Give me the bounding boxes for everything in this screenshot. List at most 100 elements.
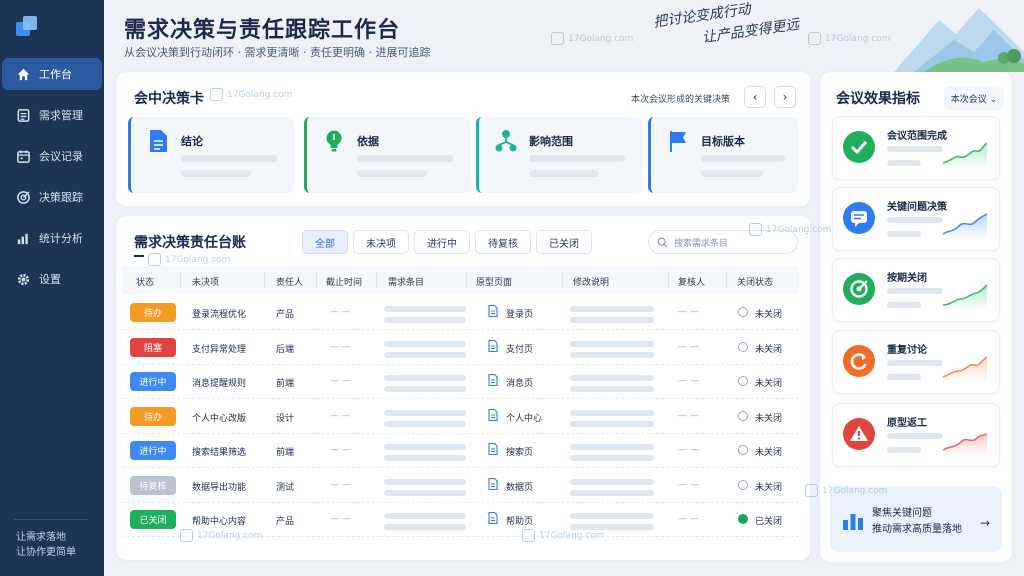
table-row[interactable]: 待办 个人中心改版 设计 — — 个人中心 — — 未关闭 [122, 400, 799, 434]
prototype-page-link[interactable]: 数据页 [506, 480, 533, 493]
placeholder-bar [384, 386, 466, 392]
sidebar-item-label: 决策跟踪 [39, 191, 83, 204]
prototype-page-link[interactable]: 登录页 [506, 307, 533, 320]
placeholder-bar [570, 317, 654, 323]
column-separator [562, 273, 563, 287]
placeholder-bar [570, 386, 654, 392]
metric-label: 按期关闭 [887, 273, 927, 284]
target-icon [17, 190, 30, 204]
sidebar: 工作台 需求管理 会议记录 决策跟踪 统计分析 设置 让需求落地 让协作更简单 [0, 0, 104, 576]
owner: 设计 [276, 413, 295, 424]
panel-title: 需求决策责任台账 [134, 235, 246, 251]
column-separator [180, 273, 181, 287]
column-header: 修改说明 [573, 278, 610, 288]
ledger-panel: 需求决策责任台账 全部 未决项 进行中 待复核 已关闭 搜索需求条目 状态 未决… [116, 216, 810, 560]
arrow-right-icon[interactable]: → [980, 516, 990, 530]
refresh-icon [843, 345, 875, 377]
title-underline [134, 255, 144, 257]
close-status-radio[interactable] [738, 445, 748, 455]
watermark: 17Golang.com [210, 88, 292, 101]
slogan: 把讨论变成行动 让产品变得更远 [652, 0, 801, 56]
table-row[interactable]: 进行中 搜索结果筛选 前端 — — 搜索页 — — 未关闭 [122, 434, 799, 468]
deadline: — — [330, 341, 351, 352]
placeholder-bar [384, 375, 466, 381]
placeholder-bar [181, 155, 277, 162]
placeholder-bar [570, 306, 654, 312]
close-status-radio[interactable] [738, 479, 748, 490]
metric-label: 会议范围完成 [887, 131, 947, 142]
prototype-page-link[interactable]: 搜索页 [506, 445, 533, 458]
deadline: — — [330, 410, 351, 421]
prototype-page-link[interactable]: 帮助页 [506, 514, 533, 527]
decision-card-target-version[interactable]: 目标版本 [648, 117, 798, 193]
document-icon [150, 130, 167, 152]
close-status: 未关闭 [755, 482, 783, 493]
reviewer: — — [678, 445, 699, 455]
close-status-radio[interactable] [738, 376, 748, 386]
pending-item: 个人中心改版 [192, 413, 247, 424]
owner: 前端 [276, 448, 295, 458]
prototype-page-link[interactable]: 个人中心 [506, 411, 542, 424]
metric-card[interactable]: 原型返工 [832, 403, 1000, 467]
table-row[interactable]: 待复核 数据导出功能 测试 — — 数据页 — — 未关闭 [122, 469, 799, 503]
decision-card-basis[interactable]: 依据 [304, 117, 470, 193]
table-row[interactable]: 进行中 消息提醒规则 前端 — — 消息页 — — 未关闭 [122, 365, 799, 399]
table-row[interactable]: 待办 登录流程优化 产品 — — 登录页 — — 未关闭 [122, 296, 799, 330]
metric-card[interactable]: 关键问题决策 [832, 187, 1000, 251]
bar-chart-icon [17, 233, 28, 244]
placeholder-bar [701, 170, 763, 177]
sidebar-item-statistics[interactable]: 统计分析 [0, 222, 104, 254]
decision-card-label: 目标版本 [701, 135, 745, 148]
close-status-radio[interactable] [738, 341, 748, 352]
placeholder-bar [887, 146, 943, 152]
placeholder-bar [570, 444, 654, 450]
watermark: 17Golang.com [808, 32, 890, 45]
sidebar-item-settings[interactable]: 设置 [0, 263, 104, 295]
decision-card-conclusion[interactable]: 结论 [128, 117, 294, 193]
placeholder-bar [570, 351, 654, 358]
sidebar-item-decision-tracking[interactable]: 决策跟踪 [0, 181, 104, 213]
placeholder-bar [570, 478, 654, 485]
home-icon [17, 68, 30, 80]
placeholder-bar [357, 155, 453, 162]
sidebar-item-meetings[interactable]: 会议记录 [0, 140, 104, 172]
meeting-selector[interactable]: 本次会议 ⌄ [944, 86, 1004, 110]
tab-all[interactable]: 全部 [302, 230, 348, 254]
prototype-page-link[interactable]: 支付页 [506, 342, 533, 355]
pending-item: 支付异常处理 [192, 344, 247, 355]
decision-card-scope[interactable]: 影响范围 [476, 117, 642, 193]
metric-card[interactable]: 重复讨论 [832, 330, 1000, 394]
close-status-radio[interactable] [738, 410, 748, 421]
tab-review[interactable]: 待复核 [475, 230, 531, 254]
prev-button[interactable]: ‹ [744, 86, 766, 108]
metric-card[interactable]: 会议范围完成 [832, 116, 1000, 180]
placeholder-bar [570, 420, 654, 427]
placeholder-bar [384, 351, 466, 358]
sidebar-item-requirements[interactable]: 需求管理 [0, 99, 104, 131]
page-subtitle: 从会议决策到行动闭环 · 需求更清晰 · 责任更明确 · 进展可追踪 [124, 46, 431, 59]
deadline: — — [330, 514, 351, 524]
table-row[interactable]: 阻塞 支付异常处理 后端 — — 支付页 — — 未关闭 [122, 331, 799, 365]
column-separator [726, 273, 727, 287]
close-status-radio[interactable] [738, 514, 748, 524]
next-button[interactable]: › [774, 86, 796, 108]
document-icon [488, 408, 498, 421]
panel-title: 会议效果指标 [836, 91, 920, 107]
metric-card[interactable]: 按期关闭 [832, 258, 1000, 322]
target-icon [843, 273, 875, 305]
document-icon [488, 443, 498, 455]
close-status-radio[interactable] [738, 307, 748, 317]
status-badge: 进行中 [130, 372, 176, 391]
tab-pending[interactable]: 未决项 [353, 230, 409, 254]
tab-in-progress[interactable]: 进行中 [414, 230, 470, 254]
close-status: 未关闭 [755, 379, 783, 389]
pending-item: 消息提醒规则 [192, 379, 247, 389]
close-status: 已关闭 [755, 517, 783, 527]
sidebar-item-workbench[interactable]: 工作台 [2, 58, 102, 90]
document-icon [488, 512, 498, 524]
watermark-text: 17Golang.com [568, 33, 634, 44]
reviewer: — — [678, 479, 699, 490]
tab-closed[interactable]: 已关闭 [536, 230, 592, 254]
placeholder-bar [181, 170, 251, 177]
prototype-page-link[interactable]: 消息页 [506, 376, 533, 389]
